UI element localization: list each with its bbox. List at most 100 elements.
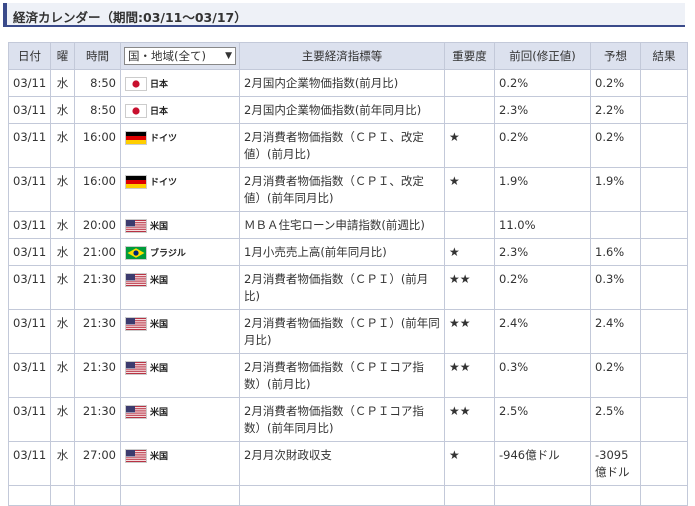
cell-previous: 11.0% <box>494 211 591 239</box>
cell-weekday: 水 <box>50 69 75 97</box>
cell-weekday: 水 <box>50 96 75 124</box>
table-row: 03/11 水 21:30 米国 2月消費者物価指数（ＣＰＩコア指数）(前年同月… <box>8 397 688 442</box>
cell-date: 03/11 <box>8 265 51 310</box>
table-row: 03/11 水 20:00 米国 ＭＢＡ住宅ローン申請指数(前週比) 11.0% <box>8 211 688 239</box>
usa-flag-icon <box>125 219 147 233</box>
economic-calendar-table: 日付 曜 時間 国・地域(全て) ▼ 主要経済指標等 重要度 前回(修正値) 予… <box>8 42 688 506</box>
country-label: 米国 <box>150 222 169 232</box>
cell-indicator: 2月消費者物価指数（ＣＰＩ、改定値）(前月比) <box>239 123 445 168</box>
cell-importance: ★★ <box>444 353 495 398</box>
country-label: ドイツ <box>150 134 178 144</box>
usa-flag-icon <box>125 405 147 419</box>
column-header-date: 日付 <box>8 42 51 70</box>
column-header-indicator: 主要経済指標等 <box>239 42 445 70</box>
section-title-bar: 経済カレンダー（期間:03/11～03/17） <box>3 3 685 25</box>
cell-time: 8:50 <box>74 69 121 97</box>
cell-country: 米国 <box>120 309 240 354</box>
cell-importance: ★★ <box>444 265 495 310</box>
cell-previous: 1.9% <box>494 167 591 212</box>
cell-weekday: 水 <box>50 353 75 398</box>
cell-weekday: 水 <box>50 397 75 442</box>
country-label: 米国 <box>150 408 169 418</box>
column-header-importance: 重要度 <box>444 42 495 70</box>
cell-country: 米国 <box>120 353 240 398</box>
cell-result <box>640 211 688 239</box>
cell-time: 8:50 <box>74 96 121 124</box>
cell-forecast: 0.2% <box>590 123 641 168</box>
region-filter-select[interactable]: 国・地域(全て) ▼ <box>124 47 236 65</box>
table-row: 03/11 水 16:00 ドイツ 2月消費者物価指数（ＣＰＩ、改定値）(前年同… <box>8 167 688 212</box>
cell-forecast: 0.2% <box>590 353 641 398</box>
cell-importance <box>444 69 495 97</box>
cell-weekday: 水 <box>50 238 75 266</box>
table-header-row: 日付 曜 時間 国・地域(全て) ▼ 主要経済指標等 重要度 前回(修正値) 予… <box>8 42 688 70</box>
cell-indicator: 2月国内企業物価指数(前年同月比) <box>239 96 445 124</box>
cell-result <box>640 265 688 310</box>
table-row: 03/11 水 21:30 米国 2月消費者物価指数（ＣＰＩ）(前年同月比) ★… <box>8 309 688 354</box>
table-row: 03/11 水 21:00 ブラジル 1月小売売上高(前年同月比) ★ 2.3%… <box>8 238 688 266</box>
region-filter-value: 国・地域(全て) <box>128 49 206 63</box>
cell-country: 米国 <box>120 211 240 239</box>
table-row <box>8 485 688 506</box>
cell-previous: 2.4% <box>494 309 591 354</box>
cell-country: 米国 <box>120 265 240 310</box>
cell-forecast: 0.2% <box>590 69 641 97</box>
cell-time: 16:00 <box>74 123 121 168</box>
cell-weekday: 水 <box>50 123 75 168</box>
cell-time: 27:00 <box>74 441 121 486</box>
cell-weekday: 水 <box>50 441 75 486</box>
japan-flag-icon <box>125 77 147 91</box>
cell-result <box>640 238 688 266</box>
cell-previous: 2.3% <box>494 238 591 266</box>
cell-date: 03/11 <box>8 353 51 398</box>
cell-forecast: 2.2% <box>590 96 641 124</box>
cell-result <box>640 441 688 486</box>
table-row: 03/11 水 8:50 日本 2月国内企業物価指数(前年同月比) 2.3% 2… <box>8 96 688 124</box>
cell-importance <box>444 211 495 239</box>
cell-previous: -946億ドル <box>494 441 591 486</box>
cell-importance: ★ <box>444 123 495 168</box>
cell-importance: ★ <box>444 238 495 266</box>
cell-weekday: 水 <box>50 309 75 354</box>
column-header-region: 国・地域(全て) ▼ <box>120 42 240 70</box>
cell-time: 21:30 <box>74 265 121 310</box>
cell-result <box>640 167 688 212</box>
cell-importance <box>444 96 495 124</box>
cell-forecast: 1.9% <box>590 167 641 212</box>
cell-forecast: 0.3% <box>590 265 641 310</box>
cell-country: 日本 <box>120 69 240 97</box>
germany-flag-icon <box>125 131 147 145</box>
chevron-down-icon: ▼ <box>225 51 232 61</box>
cell-result <box>640 123 688 168</box>
cell-indicator: 2月消費者物価指数（ＣＰＩ）(前年同月比) <box>239 309 445 354</box>
table-row: 03/11 水 21:30 米国 2月消費者物価指数（ＣＰＩ）(前月比) ★★ … <box>8 265 688 310</box>
cell-importance: ★★ <box>444 397 495 442</box>
cell-indicator: 2月月次財政収支 <box>239 441 445 486</box>
cell-date: 03/11 <box>8 123 51 168</box>
cell-country: 米国 <box>120 397 240 442</box>
cell-date: 03/11 <box>8 69 51 97</box>
cell-result <box>640 353 688 398</box>
cell-previous: 2.5% <box>494 397 591 442</box>
cell-date: 03/11 <box>8 309 51 354</box>
cell-time: 20:00 <box>74 211 121 239</box>
cell-forecast: 1.6% <box>590 238 641 266</box>
cell-country: 米国 <box>120 441 240 486</box>
cell-indicator: ＭＢＡ住宅ローン申請指数(前週比) <box>239 211 445 239</box>
column-header-weekday: 曜 <box>50 42 75 70</box>
cell-previous: 0.2% <box>494 123 591 168</box>
column-header-result: 結果 <box>640 42 688 70</box>
country-label: 米国 <box>150 364 169 374</box>
cell-indicator: 2月消費者物価指数（ＣＰＩコア指数）(前年同月比) <box>239 397 445 442</box>
cell-date: 03/11 <box>8 441 51 486</box>
cell-previous: 0.3% <box>494 353 591 398</box>
cell-result <box>640 96 688 124</box>
cell-indicator: 1月小売売上高(前年同月比) <box>239 238 445 266</box>
cell-indicator: 2月消費者物価指数（ＣＰＩ）(前月比) <box>239 265 445 310</box>
germany-flag-icon <box>125 175 147 189</box>
country-label: 米国 <box>150 320 169 330</box>
cell-date: 03/11 <box>8 397 51 442</box>
cell-country: 日本 <box>120 96 240 124</box>
cell-previous: 2.3% <box>494 96 591 124</box>
table-row: 03/11 水 8:50 日本 2月国内企業物価指数(前月比) 0.2% 0.2… <box>8 69 688 97</box>
